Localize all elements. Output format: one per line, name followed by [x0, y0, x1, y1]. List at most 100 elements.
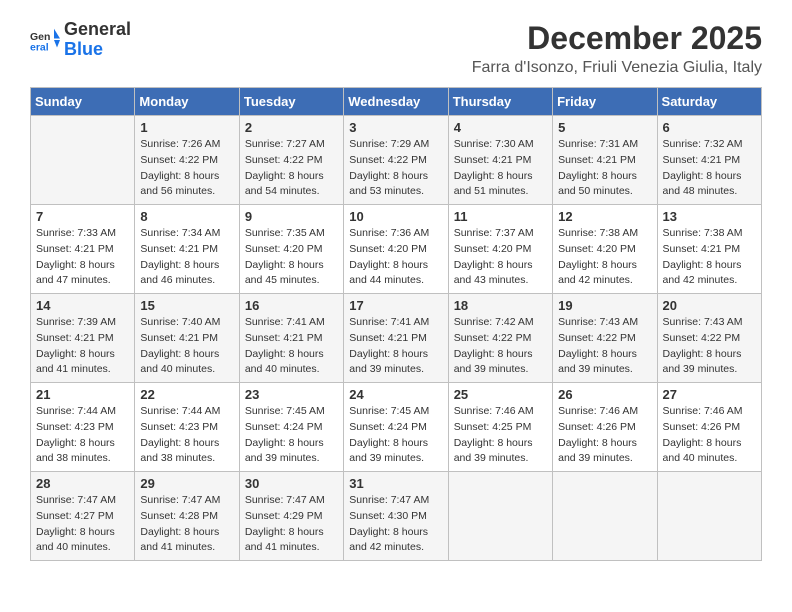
- day-number: 20: [663, 298, 756, 313]
- day-number: 12: [558, 209, 651, 224]
- calendar-cell: 15 Sunrise: 7:40 AM Sunset: 4:21 PM Dayl…: [135, 294, 239, 383]
- calendar-cell: 19 Sunrise: 7:43 AM Sunset: 4:22 PM Dayl…: [553, 294, 657, 383]
- day-number: 7: [36, 209, 129, 224]
- sun-info: Sunrise: 7:35 AM Sunset: 4:20 PM Dayligh…: [245, 226, 338, 289]
- day-number: 22: [140, 387, 233, 402]
- sun-info: Sunrise: 7:33 AM Sunset: 4:21 PM Dayligh…: [36, 226, 129, 289]
- calendar-cell: 7 Sunrise: 7:33 AM Sunset: 4:21 PM Dayli…: [31, 205, 135, 294]
- day-number: 27: [663, 387, 756, 402]
- calendar-cell: [31, 116, 135, 205]
- sun-info: Sunrise: 7:47 AM Sunset: 4:27 PM Dayligh…: [36, 493, 129, 556]
- sun-info: Sunrise: 7:41 AM Sunset: 4:21 PM Dayligh…: [349, 315, 442, 378]
- day-number: 24: [349, 387, 442, 402]
- sun-info: Sunrise: 7:29 AM Sunset: 4:22 PM Dayligh…: [349, 137, 442, 200]
- sun-info: Sunrise: 7:42 AM Sunset: 4:22 PM Dayligh…: [454, 315, 547, 378]
- sun-info: Sunrise: 7:47 AM Sunset: 4:30 PM Dayligh…: [349, 493, 442, 556]
- calendar-cell: 6 Sunrise: 7:32 AM Sunset: 4:21 PM Dayli…: [657, 116, 761, 205]
- day-number: 4: [454, 120, 547, 135]
- sun-info: Sunrise: 7:47 AM Sunset: 4:29 PM Dayligh…: [245, 493, 338, 556]
- day-number: 10: [349, 209, 442, 224]
- calendar-cell: 31 Sunrise: 7:47 AM Sunset: 4:30 PM Dayl…: [344, 472, 448, 561]
- day-number: 28: [36, 476, 129, 491]
- sun-info: Sunrise: 7:38 AM Sunset: 4:20 PM Dayligh…: [558, 226, 651, 289]
- calendar-cell: 11 Sunrise: 7:37 AM Sunset: 4:20 PM Dayl…: [448, 205, 552, 294]
- weekday-header: Saturday: [657, 88, 761, 116]
- sun-info: Sunrise: 7:46 AM Sunset: 4:25 PM Dayligh…: [454, 404, 547, 467]
- sun-info: Sunrise: 7:44 AM Sunset: 4:23 PM Dayligh…: [36, 404, 129, 467]
- calendar-week-row: 28 Sunrise: 7:47 AM Sunset: 4:27 PM Dayl…: [31, 472, 762, 561]
- logo: Gen eral General Blue: [30, 20, 131, 60]
- sun-info: Sunrise: 7:45 AM Sunset: 4:24 PM Dayligh…: [349, 404, 442, 467]
- logo-text: General Blue: [64, 20, 131, 60]
- logo-icon: Gen eral: [30, 25, 60, 55]
- sun-info: Sunrise: 7:47 AM Sunset: 4:28 PM Dayligh…: [140, 493, 233, 556]
- sun-info: Sunrise: 7:39 AM Sunset: 4:21 PM Dayligh…: [36, 315, 129, 378]
- location-title: Farra d'Isonzo, Friuli Venezia Giulia, I…: [472, 59, 762, 77]
- sun-info: Sunrise: 7:40 AM Sunset: 4:21 PM Dayligh…: [140, 315, 233, 378]
- weekday-header: Sunday: [31, 88, 135, 116]
- month-title: December 2025: [472, 20, 762, 57]
- calendar-cell: 16 Sunrise: 7:41 AM Sunset: 4:21 PM Dayl…: [239, 294, 343, 383]
- calendar-cell: 13 Sunrise: 7:38 AM Sunset: 4:21 PM Dayl…: [657, 205, 761, 294]
- page-header: Gen eral General Blue December 2025 Farr…: [30, 20, 762, 77]
- sun-info: Sunrise: 7:41 AM Sunset: 4:21 PM Dayligh…: [245, 315, 338, 378]
- sun-info: Sunrise: 7:34 AM Sunset: 4:21 PM Dayligh…: [140, 226, 233, 289]
- sun-info: Sunrise: 7:46 AM Sunset: 4:26 PM Dayligh…: [663, 404, 756, 467]
- sun-info: Sunrise: 7:26 AM Sunset: 4:22 PM Dayligh…: [140, 137, 233, 200]
- day-number: 31: [349, 476, 442, 491]
- sun-info: Sunrise: 7:31 AM Sunset: 4:21 PM Dayligh…: [558, 137, 651, 200]
- sun-info: Sunrise: 7:45 AM Sunset: 4:24 PM Dayligh…: [245, 404, 338, 467]
- calendar-cell: 8 Sunrise: 7:34 AM Sunset: 4:21 PM Dayli…: [135, 205, 239, 294]
- sun-info: Sunrise: 7:30 AM Sunset: 4:21 PM Dayligh…: [454, 137, 547, 200]
- calendar-cell: [448, 472, 552, 561]
- day-number: 21: [36, 387, 129, 402]
- day-number: 29: [140, 476, 233, 491]
- calendar-cell: 3 Sunrise: 7:29 AM Sunset: 4:22 PM Dayli…: [344, 116, 448, 205]
- day-number: 26: [558, 387, 651, 402]
- day-number: 16: [245, 298, 338, 313]
- sun-info: Sunrise: 7:27 AM Sunset: 4:22 PM Dayligh…: [245, 137, 338, 200]
- calendar-body: 1 Sunrise: 7:26 AM Sunset: 4:22 PM Dayli…: [31, 116, 762, 561]
- calendar-table: SundayMondayTuesdayWednesdayThursdayFrid…: [30, 87, 762, 561]
- day-number: 3: [349, 120, 442, 135]
- weekday-header: Friday: [553, 88, 657, 116]
- day-number: 1: [140, 120, 233, 135]
- calendar-header-row: SundayMondayTuesdayWednesdayThursdayFrid…: [31, 88, 762, 116]
- calendar-cell: 26 Sunrise: 7:46 AM Sunset: 4:26 PM Dayl…: [553, 383, 657, 472]
- calendar-cell: 25 Sunrise: 7:46 AM Sunset: 4:25 PM Dayl…: [448, 383, 552, 472]
- calendar-cell: [553, 472, 657, 561]
- calendar-cell: 28 Sunrise: 7:47 AM Sunset: 4:27 PM Dayl…: [31, 472, 135, 561]
- svg-text:eral: eral: [30, 41, 49, 53]
- calendar-cell: 17 Sunrise: 7:41 AM Sunset: 4:21 PM Dayl…: [344, 294, 448, 383]
- day-number: 13: [663, 209, 756, 224]
- calendar-cell: [657, 472, 761, 561]
- calendar-cell: 9 Sunrise: 7:35 AM Sunset: 4:20 PM Dayli…: [239, 205, 343, 294]
- calendar-cell: 12 Sunrise: 7:38 AM Sunset: 4:20 PM Dayl…: [553, 205, 657, 294]
- sun-info: Sunrise: 7:38 AM Sunset: 4:21 PM Dayligh…: [663, 226, 756, 289]
- calendar-cell: 22 Sunrise: 7:44 AM Sunset: 4:23 PM Dayl…: [135, 383, 239, 472]
- day-number: 25: [454, 387, 547, 402]
- day-number: 11: [454, 209, 547, 224]
- calendar-week-row: 14 Sunrise: 7:39 AM Sunset: 4:21 PM Dayl…: [31, 294, 762, 383]
- sun-info: Sunrise: 7:43 AM Sunset: 4:22 PM Dayligh…: [663, 315, 756, 378]
- day-number: 6: [663, 120, 756, 135]
- sun-info: Sunrise: 7:32 AM Sunset: 4:21 PM Dayligh…: [663, 137, 756, 200]
- calendar-cell: 5 Sunrise: 7:31 AM Sunset: 4:21 PM Dayli…: [553, 116, 657, 205]
- sun-info: Sunrise: 7:36 AM Sunset: 4:20 PM Dayligh…: [349, 226, 442, 289]
- title-block: December 2025 Farra d'Isonzo, Friuli Ven…: [472, 20, 762, 77]
- calendar-week-row: 7 Sunrise: 7:33 AM Sunset: 4:21 PM Dayli…: [31, 205, 762, 294]
- calendar-cell: 23 Sunrise: 7:45 AM Sunset: 4:24 PM Dayl…: [239, 383, 343, 472]
- day-number: 23: [245, 387, 338, 402]
- day-number: 30: [245, 476, 338, 491]
- sun-info: Sunrise: 7:46 AM Sunset: 4:26 PM Dayligh…: [558, 404, 651, 467]
- day-number: 8: [140, 209, 233, 224]
- day-number: 18: [454, 298, 547, 313]
- day-number: 15: [140, 298, 233, 313]
- calendar-cell: 14 Sunrise: 7:39 AM Sunset: 4:21 PM Dayl…: [31, 294, 135, 383]
- weekday-header: Tuesday: [239, 88, 343, 116]
- calendar-cell: 10 Sunrise: 7:36 AM Sunset: 4:20 PM Dayl…: [344, 205, 448, 294]
- calendar-week-row: 1 Sunrise: 7:26 AM Sunset: 4:22 PM Dayli…: [31, 116, 762, 205]
- calendar-cell: 30 Sunrise: 7:47 AM Sunset: 4:29 PM Dayl…: [239, 472, 343, 561]
- day-number: 9: [245, 209, 338, 224]
- calendar-cell: 18 Sunrise: 7:42 AM Sunset: 4:22 PM Dayl…: [448, 294, 552, 383]
